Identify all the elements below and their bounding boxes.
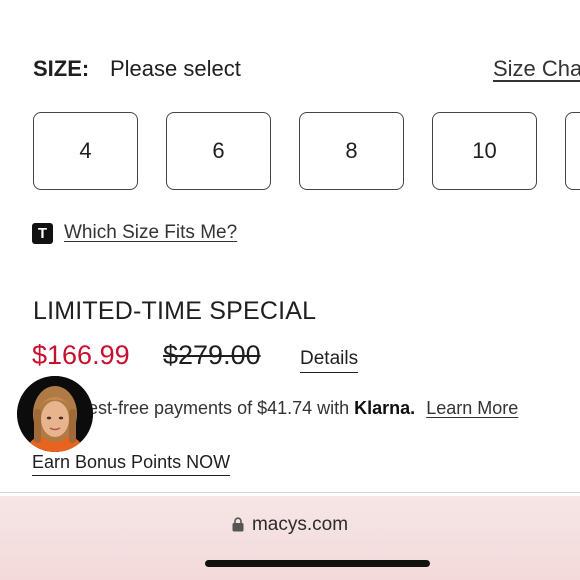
size-header: SIZE: Please select Size Chart	[33, 56, 580, 86]
size-chart-link[interactable]: Size Chart	[493, 56, 580, 82]
size-option-8[interactable]: 8	[299, 112, 404, 190]
url-text: macys.com	[251, 514, 349, 535]
size-label: SIZE:	[33, 56, 90, 81]
size-option-6[interactable]: 6	[166, 112, 271, 190]
size-option-4[interactable]: 4	[33, 112, 138, 190]
price-details-link[interactable]: Details	[300, 348, 359, 373]
klarna-learn-more-link[interactable]: Learn More	[426, 398, 518, 418]
fit-guide-row[interactable]: T Which Size Fits Me?	[32, 222, 332, 246]
url-display[interactable]: macys.com	[0, 514, 580, 536]
original-price: $279.00	[163, 340, 261, 370]
klarna-row: est-free payments of $41.74 with Klarna.…	[88, 398, 518, 419]
which-size-fits-me-link[interactable]: Which Size Fits Me?	[64, 222, 237, 244]
true-fit-badge-icon: T	[32, 223, 53, 244]
size-selected-value: Please select	[110, 56, 241, 81]
size-option-next-partial[interactable]	[565, 112, 580, 190]
klarna-brand: Klarna.	[354, 398, 416, 418]
browser-address-bar[interactable]: macys.com	[0, 496, 580, 580]
sale-price: $166.99	[32, 340, 130, 370]
avatar[interactable]	[17, 376, 93, 452]
earn-bonus-points-link[interactable]: Earn Bonus Points NOW	[32, 452, 231, 476]
lock-icon	[232, 517, 244, 532]
klarna-text: est-free payments of $41.74 with	[88, 398, 350, 418]
size-option-10[interactable]: 10	[432, 112, 537, 190]
avatar-photo-icon	[17, 376, 93, 452]
promo-label: LIMITED-TIME SPECIAL	[33, 297, 317, 325]
divider	[0, 492, 580, 493]
home-indicator[interactable]	[205, 560, 430, 567]
